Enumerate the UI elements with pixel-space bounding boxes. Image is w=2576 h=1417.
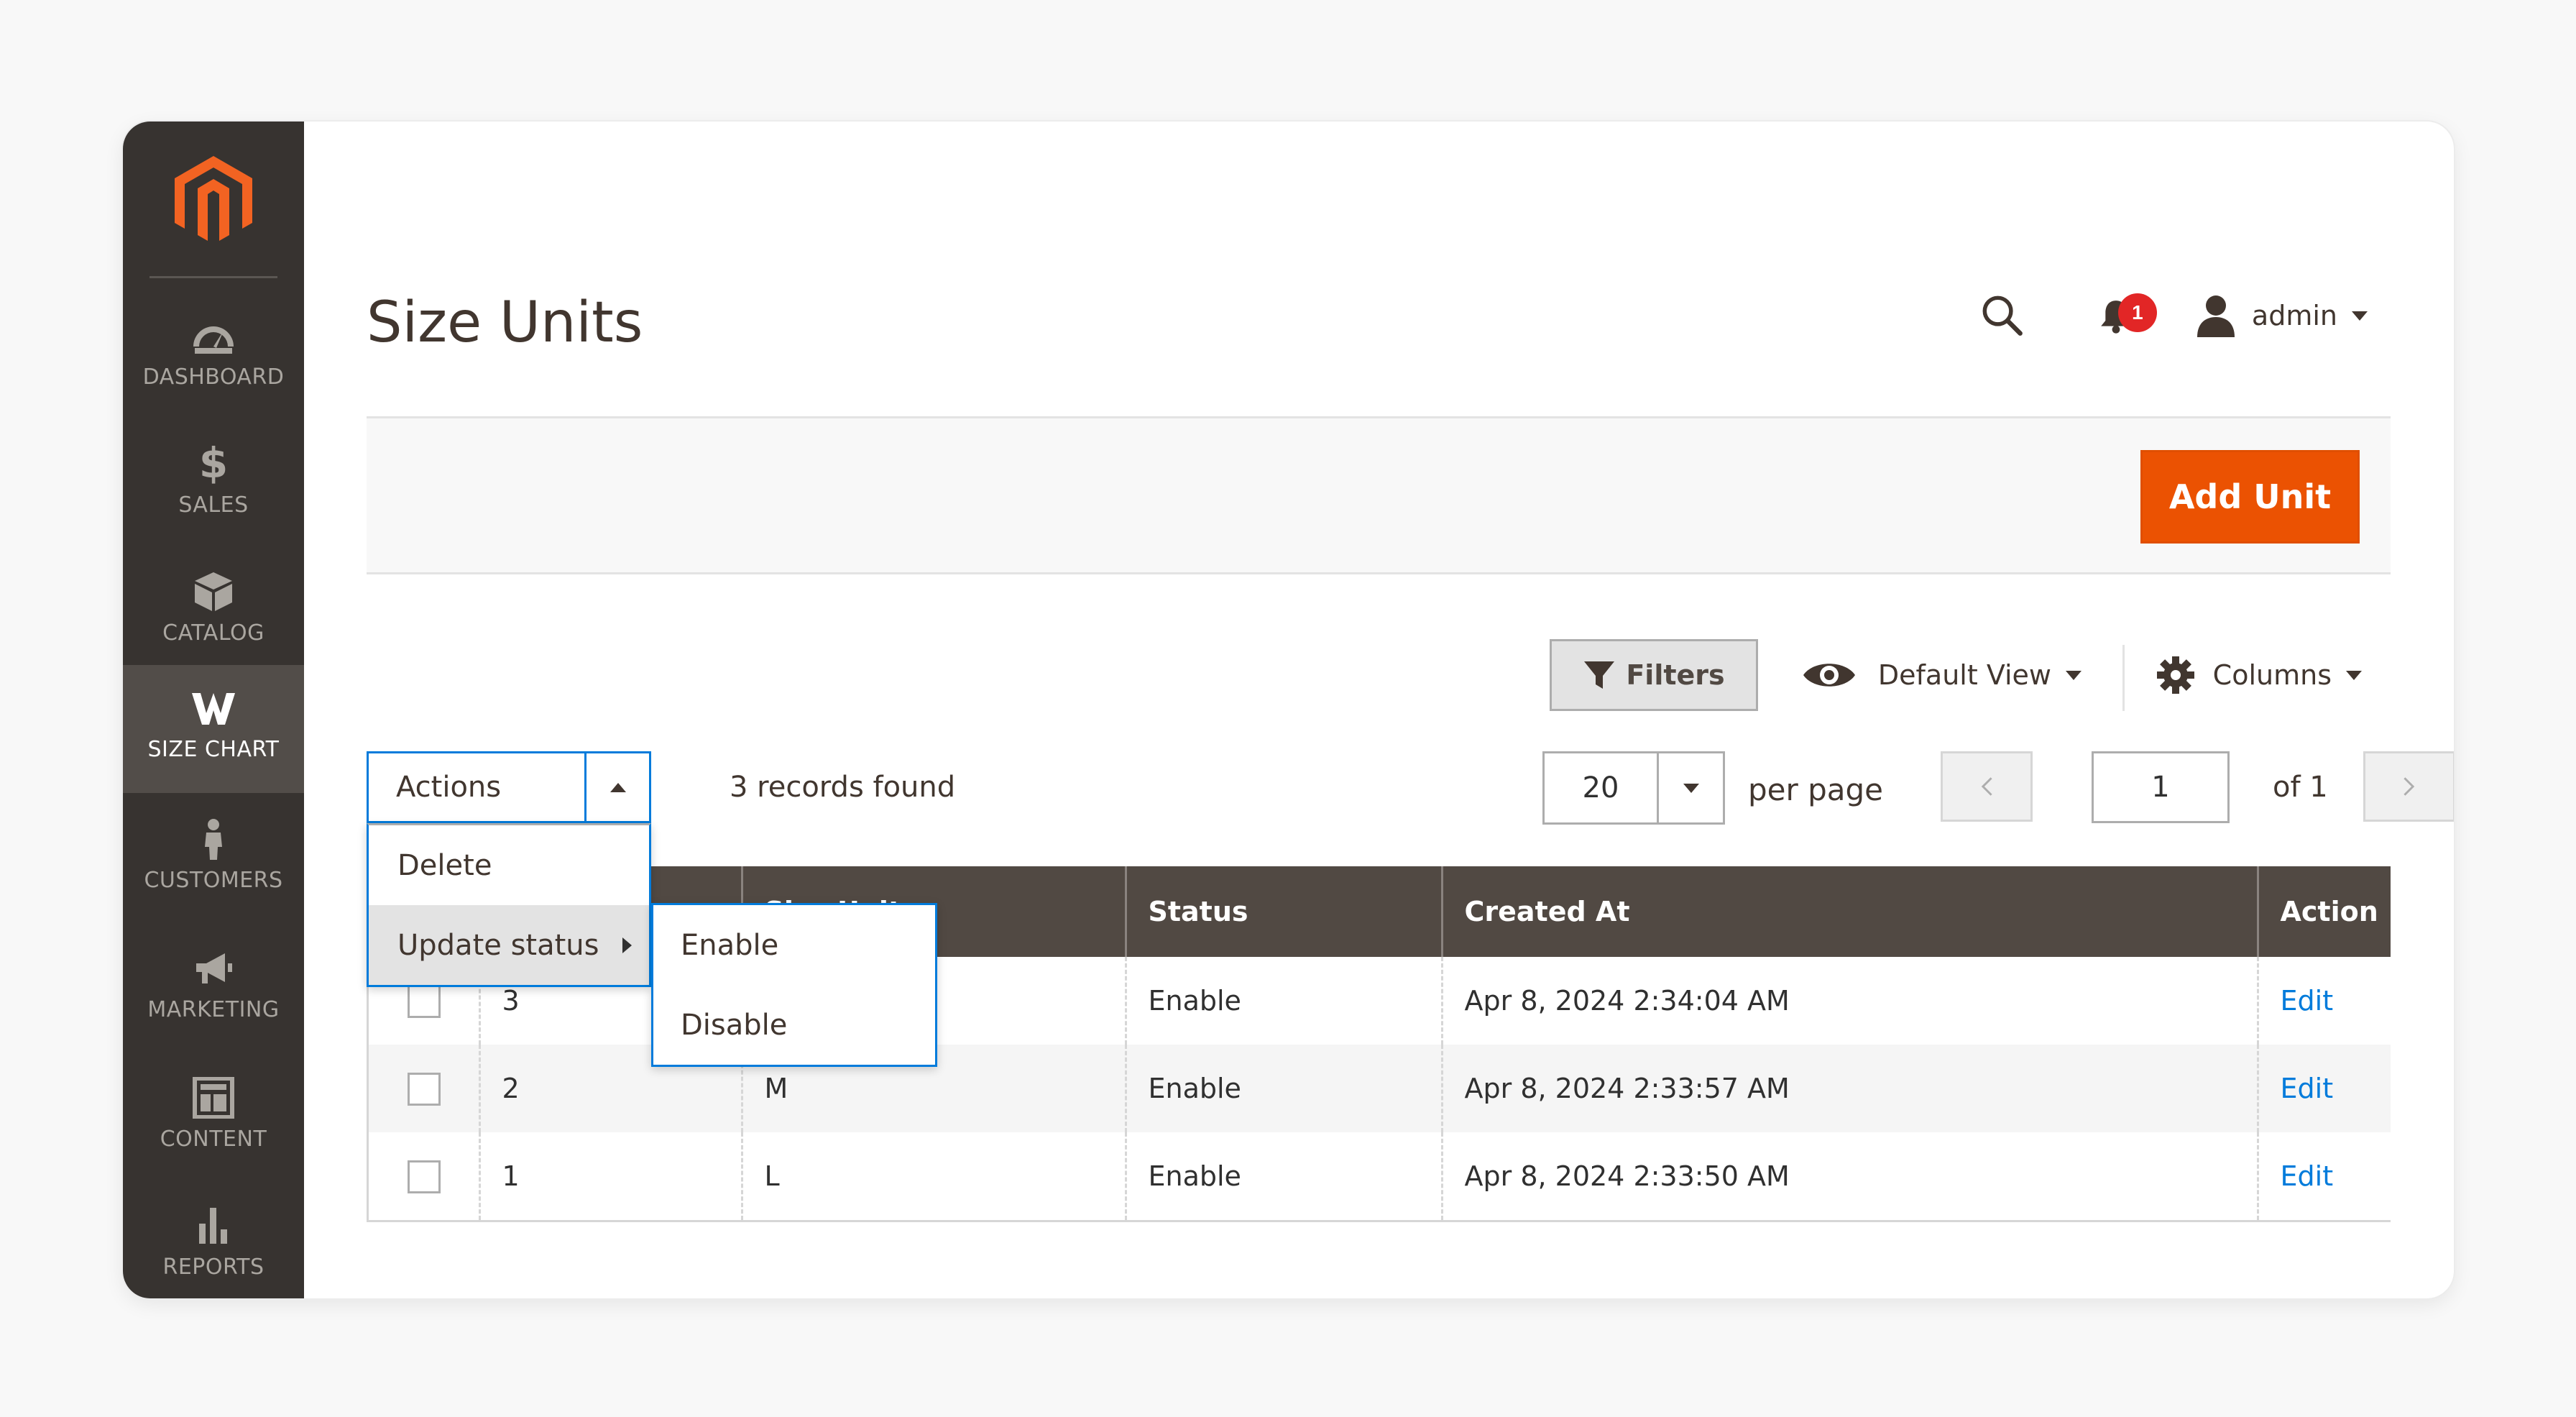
chevron-down-icon [2352,311,2368,321]
column-header-created-at[interactable]: Created At [1440,866,2258,957]
sidebar-item-label: CUSTOMERS [144,868,283,893]
sidebar-item-catalog[interactable]: CATALOG [123,549,304,677]
row-status: Enable [1124,1045,1442,1132]
dollar-icon: $ [188,441,239,487]
sidebar-item-label: CATALOG [162,620,264,646]
view-label: Default View [1877,659,2051,691]
gear-icon [2156,656,2194,694]
actions-label: Actions [396,771,502,804]
svg-text:$: $ [199,443,228,485]
row-created-at: Apr 8, 2024 2:34:04 AM [1440,957,2258,1045]
chevron-up-icon [610,782,626,792]
edit-link[interactable]: Edit [2281,985,2334,1017]
actions-row: Actions 3 records found 20 per page 1 of… [367,751,2454,825]
column-header-action: Action [2256,866,2391,957]
sidebar-item-label: SALES [178,492,249,518]
magento-logo-icon[interactable] [175,156,252,245]
column-header-status[interactable]: Status [1124,866,1442,957]
bar-chart-icon [188,1203,239,1249]
row-created-at: Apr 8, 2024 2:33:57 AM [1440,1045,2258,1132]
chevron-down-icon [2346,670,2362,680]
dashboard-icon [188,313,239,359]
admin-username: admin [2251,300,2337,331]
row-checkbox[interactable] [408,1160,441,1193]
filters-button[interactable]: Filters [1550,639,1758,711]
page-title: Size Units [367,290,643,355]
row-id: 1 [478,1132,742,1220]
row-status: Enable [1124,1132,1442,1220]
toolbar-divider [2122,645,2125,711]
sidebar-item-label: REPORTS [162,1255,264,1280]
megaphone-icon [188,945,239,991]
notifications-button[interactable]: 1 [2091,290,2157,341]
columns-label: Columns [2212,659,2332,691]
sidebar-item-sales[interactable]: $ SALES [123,421,304,549]
chevron-left-icon [1981,777,1992,796]
table-row: 1 L Enable Apr 8, 2024 2:33:50 AM Edit [369,1132,2391,1220]
previous-page-button[interactable] [1941,751,2033,822]
actions-toggle[interactable] [584,753,649,821]
per-page-select[interactable]: 20 [1542,751,1725,825]
row-checkbox[interactable] [408,984,441,1018]
filters-label: Filters [1626,659,1725,691]
view-selector[interactable]: Default View [1802,639,2082,711]
row-created-at: Apr 8, 2024 2:33:50 AM [1440,1132,2258,1220]
row-status: Enable [1124,957,1442,1045]
box-icon [188,569,239,615]
header-actions: 1 admin [1977,287,2368,344]
sidebar-item-label: CONTENT [160,1127,267,1152]
sidebar-item-content[interactable]: CONTENT [123,1055,304,1183]
sidebar-item-customers[interactable]: CUSTOMERS [123,796,304,924]
main-content: Size Units 1 admin Add Unit Filters Defa… [304,121,2454,1298]
submenu-enable[interactable]: Enable [653,905,935,985]
records-count: 3 records found [730,771,956,804]
notification-badge: 1 [2117,293,2157,332]
page-actions-bar: Add Unit [367,416,2391,574]
chevron-right-icon [2404,777,2415,796]
admin-user-menu[interactable]: admin [2193,293,2368,339]
search-icon[interactable] [1977,290,2028,341]
row-size-unit: L [740,1132,1126,1220]
eye-icon [1803,664,1855,687]
chevron-down-icon [2066,670,2082,680]
next-page-button[interactable] [2363,751,2454,822]
admin-sidebar: DASHBOARD $ SALES CATALOG SIZE CHART CUS… [123,121,304,1298]
per-page-value: 20 [1582,771,1619,804]
sidebar-item-dashboard[interactable]: DASHBOARD [123,293,304,421]
columns-selector[interactable]: Columns [2156,639,2362,711]
filter-icon [1584,661,1615,689]
chevron-right-icon [622,937,632,953]
page-total: of 1 [2273,771,2328,804]
page-number-input[interactable]: 1 [2092,751,2230,823]
size-chart-icon [188,685,239,731]
edit-link[interactable]: Edit [2281,1073,2334,1104]
row-checkbox[interactable] [408,1072,441,1106]
update-status-submenu: Enable Disable [651,903,937,1067]
actions-menu: Delete Update status [367,823,651,987]
sidebar-item-label: MARKETING [147,997,280,1022]
edit-link[interactable]: Edit [2281,1160,2334,1192]
per-page-toggle[interactable] [1657,753,1723,822]
sidebar-item-label: SIZE CHART [147,737,280,762]
chevron-down-icon [1683,783,1699,793]
sidebar-item-reports[interactable]: REPORTS [123,1183,304,1298]
grid-toolbar: Filters Default View Columns [367,639,2391,711]
admin-window: DASHBOARD $ SALES CATALOG SIZE CHART CUS… [123,121,2454,1298]
actions-menu-item-label: Update status [397,928,599,962]
sidebar-item-label: DASHBOARD [142,364,285,390]
user-icon [2196,295,2235,337]
sidebar-item-marketing[interactable]: MARKETING [123,925,304,1053]
add-unit-button[interactable]: Add Unit [2140,450,2360,544]
submenu-disable[interactable]: Disable [653,985,935,1065]
sidebar-item-size-chart[interactable]: SIZE CHART [123,665,304,793]
logo-divider [150,276,277,278]
actions-menu-delete[interactable]: Delete [369,825,649,905]
actions-menu-update-status[interactable]: Update status [369,905,649,985]
per-page-label: per page [1748,771,1884,807]
person-icon [188,816,239,862]
layout-icon [188,1075,239,1121]
actions-dropdown[interactable]: Actions [367,751,651,823]
